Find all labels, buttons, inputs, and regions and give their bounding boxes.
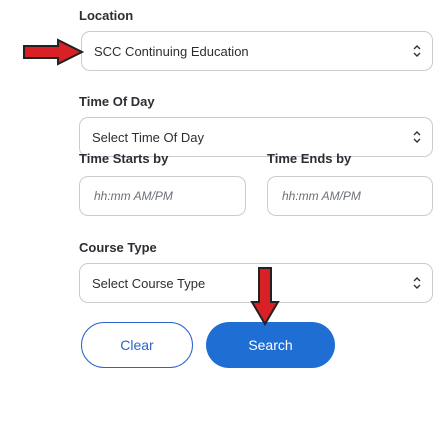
time-starts-input[interactable]: hh:mm AM/PM xyxy=(79,176,246,216)
location-select-value: SCC Continuing Education xyxy=(94,43,249,59)
red-arrow-icon xyxy=(250,267,280,326)
time-starts-placeholder: hh:mm AM/PM xyxy=(94,189,173,203)
course-type-select-value: Select Course Type xyxy=(92,275,206,291)
chevron-up-down-icon xyxy=(413,45,421,57)
red-arrow-icon xyxy=(23,38,85,66)
time-ends-label: Time Ends by xyxy=(267,151,352,166)
time-ends-placeholder: hh:mm AM/PM xyxy=(282,189,361,203)
time-of-day-label: Time Of Day xyxy=(79,94,155,109)
search-button[interactable]: Search xyxy=(206,322,335,368)
clear-button[interactable]: Clear xyxy=(81,322,193,368)
course-type-label: Course Type xyxy=(79,240,157,255)
time-starts-label: Time Starts by xyxy=(79,151,169,166)
time-ends-input[interactable]: hh:mm AM/PM xyxy=(267,176,433,216)
location-label: Location xyxy=(79,8,134,23)
location-select[interactable]: SCC Continuing Education xyxy=(81,31,433,71)
chevron-up-down-icon xyxy=(413,277,421,289)
chevron-up-down-icon xyxy=(413,131,421,143)
time-of-day-select-value: Select Time Of Day xyxy=(92,129,204,145)
